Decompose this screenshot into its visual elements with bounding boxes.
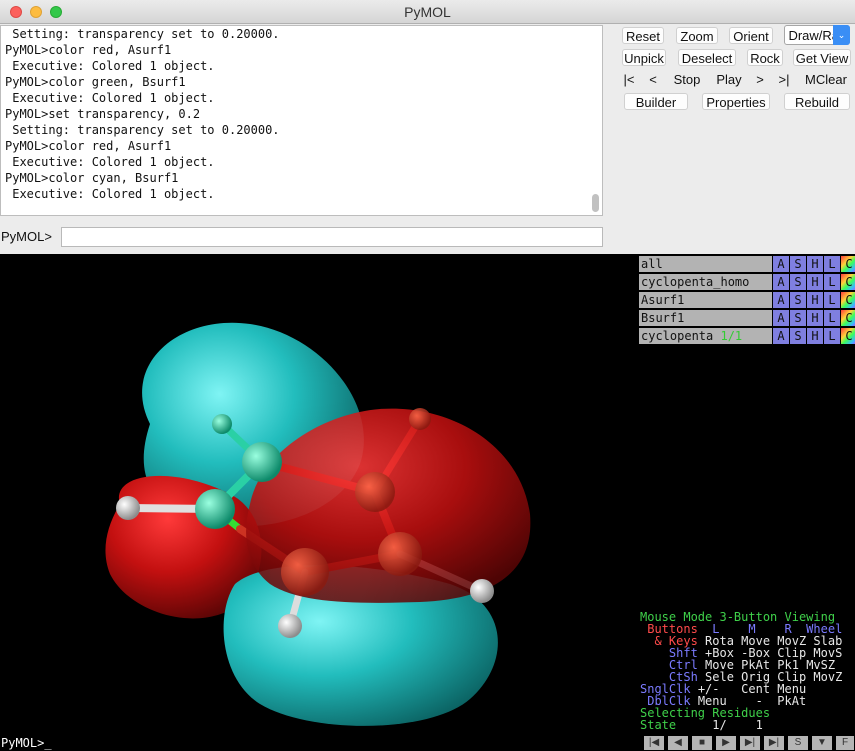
console-text: Setting: transparency set to 0.20000. Py… bbox=[1, 26, 602, 202]
console-output[interactable]: Setting: transparency set to 0.20000. Py… bbox=[0, 25, 603, 216]
rewind-icon[interactable]: |◀ bbox=[644, 736, 664, 750]
console-line: Executive: Colored 1 object. bbox=[5, 59, 215, 73]
console-line: Executive: Colored 1 object. bbox=[5, 155, 215, 169]
orient-button[interactable]: Orient bbox=[729, 27, 773, 44]
object-name-label: Bsurf1 bbox=[641, 311, 685, 325]
command-prompt-label: PyMOL> bbox=[1, 229, 52, 244]
viewport-command-prompt[interactable]: PyMOL>_ bbox=[0, 735, 638, 751]
console-scrollbar[interactable] bbox=[592, 194, 599, 212]
fullscreen-icon[interactable]: F bbox=[836, 736, 854, 750]
object-show-button[interactable]: S bbox=[790, 256, 806, 272]
get-view-button[interactable]: Get View bbox=[793, 49, 851, 66]
object-name[interactable]: cyclopenta 1/1 bbox=[639, 328, 772, 344]
object-name-label: cyclopenta bbox=[641, 329, 714, 343]
console-line: PyMOL>set transparency, 0.2 bbox=[5, 107, 201, 121]
object-name[interactable]: Bsurf1 bbox=[639, 310, 772, 326]
object-action-button[interactable]: A bbox=[773, 328, 789, 344]
fast-forward-icon[interactable]: ▶| bbox=[764, 736, 784, 750]
window-title: PyMOL bbox=[404, 4, 451, 20]
scene-menu-icon[interactable]: ▼ bbox=[812, 736, 832, 750]
object-name[interactable]: cyclopenta_homo bbox=[639, 274, 772, 290]
unpick-button[interactable]: Unpick bbox=[622, 49, 666, 66]
dropdown-arrow-icon[interactable]: ⌄ bbox=[833, 25, 850, 45]
scene-icon[interactable]: S bbox=[788, 736, 808, 750]
object-hide-button[interactable]: H bbox=[807, 256, 823, 272]
builder-button[interactable]: Builder bbox=[624, 93, 688, 110]
console-line: PyMOL>color red, Asurf1 bbox=[5, 139, 172, 153]
console-line: Setting: transparency set to 0.20000. bbox=[5, 123, 280, 137]
deselect-button[interactable]: Deselect bbox=[678, 49, 736, 66]
first-frame-button[interactable]: |< bbox=[621, 71, 637, 88]
object-name-label: cyclopenta_homo bbox=[641, 275, 750, 289]
object-label-button[interactable]: L bbox=[824, 310, 840, 326]
prev-frame-button[interactable]: < bbox=[646, 71, 660, 88]
console-line: PyMOL>color green, Bsurf1 bbox=[5, 75, 186, 89]
object-state: 1/1 bbox=[720, 329, 743, 343]
command-input[interactable] bbox=[61, 227, 603, 247]
object-action-button[interactable]: A bbox=[773, 310, 789, 326]
object-row-cyclopenta_homo[interactable]: cyclopenta_homo A S H L C bbox=[639, 274, 855, 290]
step-forward-icon[interactable]: ▶| bbox=[740, 736, 760, 750]
object-name-label: all bbox=[641, 257, 663, 271]
object-color-button[interactable]: C bbox=[841, 292, 855, 308]
play-button[interactable]: Play bbox=[712, 71, 746, 88]
object-hide-button[interactable]: H bbox=[807, 310, 823, 326]
object-action-button[interactable]: A bbox=[773, 256, 789, 272]
state-row: State 1/ 1 bbox=[640, 718, 763, 732]
last-frame-button[interactable]: >| bbox=[776, 71, 792, 88]
object-row-all[interactable]: all A S H L C bbox=[639, 256, 855, 272]
stop-icon[interactable]: ■ bbox=[692, 736, 712, 750]
console-line: Executive: Colored 1 object. bbox=[5, 91, 215, 105]
object-action-button[interactable]: A bbox=[773, 274, 789, 290]
object-row-asurf1[interactable]: Asurf1 A S H L C bbox=[639, 292, 855, 308]
reset-button[interactable]: Reset bbox=[622, 27, 664, 44]
object-label-button[interactable]: L bbox=[824, 274, 840, 290]
object-hide-button[interactable]: H bbox=[807, 328, 823, 344]
object-label-button[interactable]: L bbox=[824, 256, 840, 272]
rock-button[interactable]: Rock bbox=[747, 49, 783, 66]
object-row-cyclopenta[interactable]: cyclopenta 1/1 A S H L C bbox=[639, 328, 855, 344]
play-icon[interactable]: ▶ bbox=[716, 736, 736, 750]
object-name[interactable]: Asurf1 bbox=[639, 292, 772, 308]
movie-transport-bar: |◀ ◀ ■ ▶ ▶| ▶| S ▼ F bbox=[638, 735, 855, 751]
object-show-button[interactable]: S bbox=[790, 292, 806, 308]
rebuild-button[interactable]: Rebuild bbox=[784, 93, 850, 110]
stop-button[interactable]: Stop bbox=[670, 71, 704, 88]
object-label-button[interactable]: L bbox=[824, 328, 840, 344]
object-hide-button[interactable]: H bbox=[807, 274, 823, 290]
object-color-button[interactable]: C bbox=[841, 256, 855, 272]
object-show-button[interactable]: S bbox=[790, 310, 806, 326]
properties-button[interactable]: Properties bbox=[702, 93, 770, 110]
object-name-label: Asurf1 bbox=[641, 293, 685, 307]
object-action-button[interactable]: A bbox=[773, 292, 789, 308]
step-back-icon[interactable]: ◀ bbox=[668, 736, 688, 750]
mclear-button[interactable]: MClear bbox=[802, 71, 850, 88]
mouse-mode-panel: Mouse Mode 3-Button Viewing Buttons L M … bbox=[640, 611, 855, 735]
object-show-button[interactable]: S bbox=[790, 274, 806, 290]
console-line: PyMOL>color red, Asurf1 bbox=[5, 43, 172, 57]
object-color-button[interactable]: C bbox=[841, 310, 855, 326]
object-label-button[interactable]: L bbox=[824, 292, 840, 308]
molecule-render bbox=[105, 322, 531, 726]
molecular-viewport[interactable] bbox=[0, 254, 638, 735]
title-bar: PyMOL bbox=[0, 0, 855, 24]
next-frame-button[interactable]: > bbox=[753, 71, 767, 88]
object-color-button[interactable]: C bbox=[841, 274, 855, 290]
zoom-button[interactable]: Zoom bbox=[676, 27, 718, 44]
console-line: Setting: transparency set to 0.20000. bbox=[5, 27, 280, 41]
console-line: PyMOL>color cyan, Bsurf1 bbox=[5, 171, 179, 185]
object-color-button[interactable]: C bbox=[841, 328, 855, 344]
object-show-button[interactable]: S bbox=[790, 328, 806, 344]
object-row-bsurf1[interactable]: Bsurf1 A S H L C bbox=[639, 310, 855, 326]
object-name[interactable]: all bbox=[639, 256, 772, 272]
object-hide-button[interactable]: H bbox=[807, 292, 823, 308]
console-line: Executive: Colored 1 object. bbox=[5, 187, 215, 201]
